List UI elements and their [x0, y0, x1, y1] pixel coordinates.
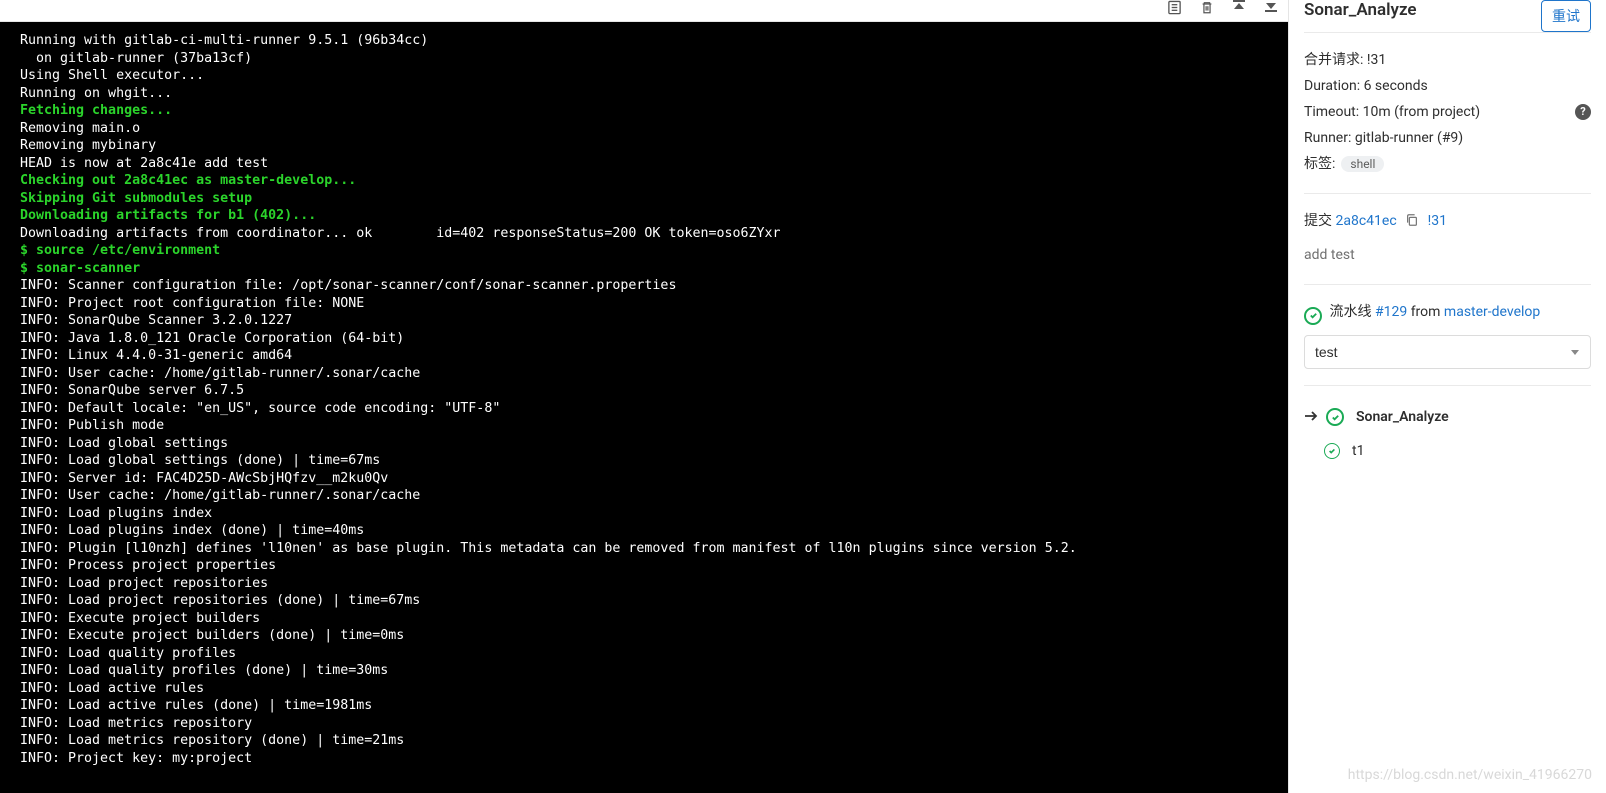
- mr-label: 合并请求:: [1304, 52, 1363, 68]
- timeout-help-icon[interactable]: ?: [1575, 104, 1591, 120]
- retry-button[interactable]: 重试: [1541, 0, 1591, 32]
- pipeline-block: 流水线 #129 from master-develop test: [1304, 284, 1591, 385]
- duration-value: 6 seconds: [1364, 78, 1428, 94]
- job-current-name: Sonar_Analyze: [1356, 404, 1449, 430]
- duration-label: Duration:: [1304, 78, 1360, 94]
- topbar: [0, 0, 1288, 22]
- pipeline-passed-icon: [1304, 307, 1322, 325]
- timeout-label: Timeout:: [1304, 104, 1359, 120]
- mr-value: !31: [1367, 52, 1386, 68]
- commit-mr-link[interactable]: !31: [1428, 213, 1447, 229]
- pipeline-from: from: [1411, 304, 1441, 320]
- commit-label: 提交: [1304, 213, 1332, 229]
- job-passed-icon: [1326, 408, 1344, 426]
- runner-value: gitlab-runner (#9): [1355, 130, 1463, 146]
- scroll-top-icon[interactable]: [1232, 0, 1246, 12]
- runner-label: Runner:: [1304, 130, 1351, 146]
- commit-block: 提交 2a8c41ec !31 add test: [1304, 193, 1591, 284]
- raw-log-icon[interactable]: [1167, 0, 1182, 15]
- commit-message: add test: [1304, 242, 1591, 268]
- timeout-value: 10m (from project): [1363, 104, 1481, 120]
- main-panel: Running with gitlab-ci-multi-runner 9.5.…: [0, 0, 1288, 793]
- job-title: Sonar_Analyze: [1304, 0, 1417, 20]
- tag-chip: shell: [1341, 156, 1384, 172]
- branch-link[interactable]: master-develop: [1444, 304, 1540, 320]
- pipeline-link[interactable]: #129: [1375, 304, 1407, 320]
- job-row-current[interactable]: Sonar_Analyze: [1304, 400, 1591, 434]
- job-row-other[interactable]: t1: [1304, 434, 1591, 468]
- stage-select[interactable]: test: [1304, 335, 1591, 369]
- job-details-block: 合并请求: !31 Duration: 6 seconds ? Timeout:…: [1304, 32, 1591, 193]
- job-passed-icon: [1324, 443, 1340, 459]
- jobs-block: Sonar_Analyze t1: [1304, 385, 1591, 484]
- pipeline-label: 流水线: [1329, 304, 1371, 320]
- commit-sha-link[interactable]: 2a8c41ec: [1335, 213, 1396, 229]
- sidebar: Sonar_Analyze 重试 合并请求: !31 Duration: 6 s…: [1288, 0, 1606, 793]
- erase-log-icon[interactable]: [1200, 0, 1214, 15]
- arrow-icon: [1304, 404, 1318, 430]
- job-log-terminal[interactable]: Running with gitlab-ci-multi-runner 9.5.…: [0, 22, 1288, 793]
- job-other-name: t1: [1352, 438, 1364, 464]
- tags-label: 标签:: [1304, 156, 1335, 172]
- scroll-bottom-icon[interactable]: [1264, 0, 1278, 12]
- copy-sha-icon[interactable]: [1405, 215, 1422, 231]
